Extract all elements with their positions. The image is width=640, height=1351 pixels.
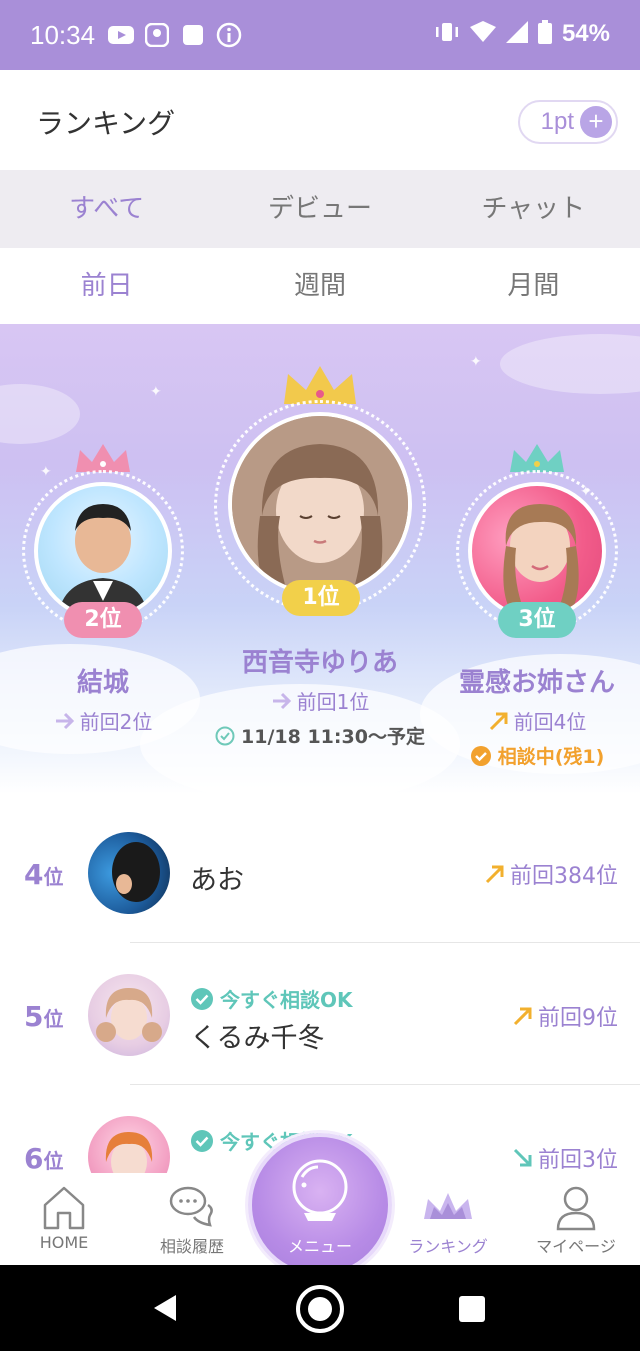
avatar bbox=[88, 832, 170, 914]
avatar bbox=[34, 482, 172, 620]
youtube-icon bbox=[108, 22, 134, 48]
arrow-up-right-icon bbox=[513, 1007, 532, 1026]
android-nav-bar bbox=[0, 1265, 640, 1351]
arrow-up-right-icon bbox=[489, 712, 508, 730]
list-item[interactable]: 5位 今すぐ相談OK くるみ千冬 前回9位 bbox=[0, 942, 640, 1084]
tab-weekly[interactable]: 週間 bbox=[213, 248, 426, 324]
points-button[interactable]: 1pt + bbox=[518, 100, 618, 144]
back-icon[interactable] bbox=[150, 1293, 180, 1323]
status-time: 10:34 bbox=[30, 20, 96, 50]
check-circle-icon bbox=[470, 745, 491, 766]
tab-chat[interactable]: チャット bbox=[427, 170, 640, 248]
status-bar: 10:34 54% bbox=[0, 0, 640, 70]
top-three-podium: ✦ ✦ ✦ ✦ 2位 結城 前回2位 1位 西音寺ゆりあ 前回1位 11/18 … bbox=[0, 324, 640, 794]
rank-number: 6 bbox=[24, 1142, 44, 1173]
sparkle-icon: ✦ bbox=[150, 384, 162, 400]
points-label: 1pt bbox=[540, 108, 574, 135]
nav-history[interactable]: 相談履歴 bbox=[128, 1173, 256, 1265]
app-header: ランキング 1pt + bbox=[0, 70, 640, 170]
previous-rank: 前回9位 bbox=[538, 1006, 618, 1031]
nav-ranking[interactable]: ランキング bbox=[384, 1173, 512, 1265]
previous-rank: 前回1位 bbox=[296, 690, 370, 714]
crown-icon bbox=[424, 1193, 472, 1219]
rank-number: 5 bbox=[24, 1000, 44, 1033]
nav-home[interactable]: HOME bbox=[0, 1173, 128, 1265]
list-item[interactable]: 4位 あお 前回384位 bbox=[0, 800, 640, 942]
signal-icon bbox=[505, 21, 528, 47]
fortune-teller-name: 西音寺ゆりあ bbox=[241, 648, 398, 678]
menu-label: メニュー bbox=[287, 1237, 352, 1256]
avatar bbox=[468, 482, 606, 620]
menu-button[interactable]: メニュー bbox=[248, 1133, 392, 1277]
arrow-right-icon bbox=[55, 712, 74, 729]
consulting-status: 相談中(残1) bbox=[497, 746, 605, 768]
fortune-teller-name: 結城 bbox=[76, 668, 129, 698]
nav-label: ランキング bbox=[408, 1237, 488, 1256]
check-circle-icon bbox=[215, 726, 235, 745]
sparkle-icon: ✦ bbox=[40, 464, 52, 480]
vibrate-icon bbox=[434, 21, 460, 47]
info-icon bbox=[216, 22, 242, 48]
nav-mypage[interactable]: マイページ bbox=[512, 1173, 640, 1265]
rank-number: 4 bbox=[24, 858, 44, 891]
previous-rank: 前回2位 bbox=[79, 710, 153, 734]
tab-debut[interactable]: デビュー bbox=[213, 170, 426, 248]
user-icon bbox=[556, 1186, 596, 1231]
arrow-down-right-icon bbox=[513, 1148, 532, 1167]
recents-icon[interactable] bbox=[458, 1295, 486, 1323]
arrow-up-right-icon bbox=[485, 865, 504, 884]
rank-badge: 2位 bbox=[64, 602, 142, 638]
nav-label: マイページ bbox=[536, 1237, 616, 1256]
schedule-text: 11/18 11:30〜予定 bbox=[241, 726, 425, 748]
tab-monthly[interactable]: 月間 bbox=[427, 248, 640, 324]
fortune-teller-name: あお bbox=[190, 865, 244, 896]
home-button-icon[interactable] bbox=[294, 1283, 346, 1335]
nav-label: 相談履歴 bbox=[159, 1237, 224, 1256]
category-tabs: すべて デビュー チャット bbox=[0, 170, 640, 248]
rank-badge: 1位 bbox=[282, 580, 360, 616]
tab-all[interactable]: すべて bbox=[0, 170, 213, 248]
crystal-ball-icon bbox=[292, 1159, 348, 1221]
rank-unit: 位 bbox=[43, 1149, 64, 1173]
previous-rank: 前回3位 bbox=[538, 1148, 618, 1173]
square-notification-icon bbox=[180, 22, 206, 48]
check-circle-icon bbox=[191, 987, 213, 1010]
page-title: ランキング bbox=[36, 107, 176, 140]
rank-unit: 位 bbox=[43, 865, 64, 889]
rank-badge: 3位 bbox=[498, 602, 576, 638]
avatar bbox=[88, 974, 170, 1056]
battery-percent: 54% bbox=[561, 20, 610, 47]
previous-rank: 前回384位 bbox=[510, 864, 618, 889]
arrow-right-icon bbox=[272, 692, 291, 709]
avatar bbox=[88, 1116, 170, 1173]
app-notification-icon bbox=[144, 22, 170, 48]
nav-label: HOME bbox=[39, 1233, 89, 1252]
home-icon bbox=[43, 1186, 85, 1230]
tab-previous-day[interactable]: 前日 bbox=[0, 248, 213, 324]
chat-bubbles-icon bbox=[169, 1186, 213, 1227]
period-tabs: 前日 週間 月間 bbox=[0, 248, 640, 324]
wifi-icon bbox=[469, 21, 496, 47]
availability-status: 今すぐ相談OK bbox=[220, 988, 353, 1012]
fortune-teller-name: 霊感お姉さん bbox=[458, 668, 615, 698]
plus-icon: + bbox=[580, 106, 612, 138]
cloud-decoration bbox=[500, 334, 640, 394]
fortune-teller-name: くるみ千冬 bbox=[190, 1023, 325, 1054]
check-circle-icon bbox=[191, 1129, 213, 1152]
avatar bbox=[228, 412, 412, 596]
sparkle-icon: ✦ bbox=[470, 354, 482, 370]
battery-icon bbox=[537, 20, 552, 48]
cloud-decoration bbox=[0, 384, 80, 444]
previous-rank: 前回4位 bbox=[513, 710, 587, 734]
rank-unit: 位 bbox=[43, 1007, 64, 1031]
